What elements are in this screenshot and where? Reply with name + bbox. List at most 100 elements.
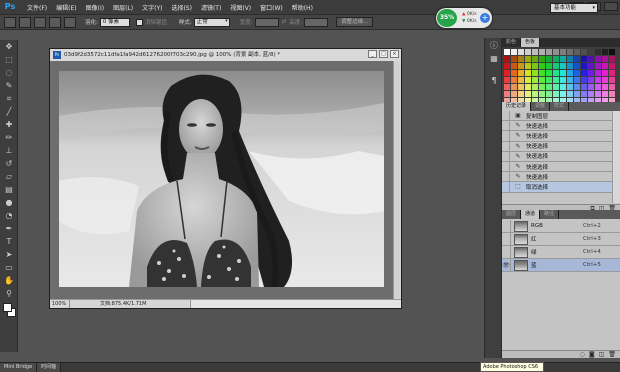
doc-close-button[interactable]: × [390, 50, 399, 58]
color-swatch[interactable] [588, 70, 594, 76]
marquee-tool-icon[interactable]: ⬚ [2, 54, 16, 66]
tab-color[interactable]: 颜色 [502, 38, 522, 47]
tab-timeline[interactable]: 时间轴 [37, 363, 62, 372]
info-panel-icon[interactable]: ⓘ [488, 41, 500, 51]
color-swatch[interactable] [525, 70, 531, 76]
plus-icon[interactable]: + [480, 13, 490, 23]
color-swatch[interactable] [518, 63, 524, 69]
marquee-tool-preset[interactable] [4, 16, 16, 28]
color-swatch[interactable] [560, 49, 566, 55]
width-input[interactable] [254, 17, 279, 27]
menu-view[interactable]: 视图(V) [230, 3, 251, 12]
history-item-selected[interactable]: ⬚ 取消选择 [502, 182, 612, 193]
color-swatch[interactable] [574, 63, 580, 69]
color-swatch[interactable] [539, 77, 545, 83]
color-swatch[interactable] [595, 56, 601, 62]
dodge-tool-icon[interactable]: ◔ [2, 210, 16, 222]
type-tool-icon[interactable]: T [2, 236, 16, 248]
swatches-grid[interactable] [504, 49, 615, 105]
color-swatch[interactable] [609, 56, 615, 62]
channel-row-blue[interactable]: 👁 蓝 Ctrl+5 [502, 259, 620, 272]
color-swatch[interactable] [518, 70, 524, 76]
color-swatch[interactable] [553, 49, 559, 55]
history-item[interactable]: ✎ 快速选择 [502, 172, 612, 183]
color-swatch[interactable] [588, 91, 594, 97]
swap-icon[interactable]: ⇄ [282, 19, 287, 25]
color-swatch[interactable] [546, 84, 552, 90]
color-swatch[interactable] [595, 84, 601, 90]
character-panel-icon[interactable]: ¶ [488, 76, 500, 86]
color-swatch[interactable] [581, 63, 587, 69]
color-swatch[interactable] [581, 84, 587, 90]
color-swatch[interactable] [553, 84, 559, 90]
menu-image[interactable]: 图像(I) [86, 3, 104, 12]
color-swatch[interactable] [504, 91, 510, 97]
color-swatch[interactable] [581, 70, 587, 76]
channel-row-rgb[interactable]: RGB Ctrl+2 [502, 220, 620, 233]
color-swatch[interactable] [532, 63, 538, 69]
color-swatch[interactable] [553, 91, 559, 97]
color-swatch[interactable] [518, 77, 524, 83]
color-swatch[interactable] [602, 63, 608, 69]
color-swatch[interactable] [504, 84, 510, 90]
history-brush-tool-icon[interactable]: ↺ [2, 158, 16, 170]
color-swatch[interactable] [511, 70, 517, 76]
color-swatch[interactable] [602, 84, 608, 90]
color-swatch[interactable] [532, 56, 538, 62]
color-swatch[interactable] [532, 77, 538, 83]
color-swatch[interactable] [546, 70, 552, 76]
clone-stamp-tool-icon[interactable]: ⊥ [2, 145, 16, 157]
new-channel-icon[interactable]: ◫ [599, 351, 605, 358]
color-swatch[interactable] [539, 56, 545, 62]
color-swatch[interactable] [602, 56, 608, 62]
gradient-tool-icon[interactable]: ▤ [2, 184, 16, 196]
move-tool-icon[interactable]: ✥ [2, 41, 16, 53]
color-swatch[interactable] [504, 63, 510, 69]
color-swatch[interactable] [602, 49, 608, 55]
save-selection-icon[interactable]: ◙ [589, 351, 595, 358]
antialias-checkbox[interactable] [135, 18, 143, 26]
visibility-eye-icon[interactable]: 👁 [502, 259, 511, 271]
color-swatch[interactable] [518, 56, 524, 62]
color-swatch[interactable] [539, 70, 545, 76]
color-swatch[interactable] [546, 91, 552, 97]
color-swatch[interactable] [560, 56, 566, 62]
color-swatch[interactable] [602, 91, 608, 97]
channel-row-red[interactable]: 红 Ctrl+3 [502, 233, 620, 246]
tab-layers[interactable]: 图层 [502, 210, 522, 219]
tab-styles[interactable]: 样式 [550, 102, 570, 111]
color-swatch[interactable] [532, 91, 538, 97]
document-title-bar[interactable]: Ps 03d9f2d3572c11dfa1fa942d61276200f703c… [50, 49, 401, 61]
visibility-eye-icon[interactable] [502, 246, 511, 258]
quick-selection-tool-icon[interactable]: ✎ [2, 80, 16, 92]
color-swatch[interactable] [595, 63, 601, 69]
tab-mini-bridge[interactable]: Mini Bridge [0, 363, 38, 372]
color-swatch[interactable] [567, 70, 573, 76]
color-swatch[interactable] [581, 77, 587, 83]
color-swatch[interactable] [595, 91, 601, 97]
color-swatch[interactable] [504, 70, 510, 76]
visibility-eye-icon[interactable] [502, 220, 511, 232]
color-swatch[interactable] [609, 91, 615, 97]
color-swatch[interactable] [504, 77, 510, 83]
color-swatch[interactable] [609, 49, 615, 55]
color-swatch[interactable] [511, 91, 517, 97]
hand-tool-icon[interactable]: ✋ [2, 275, 16, 287]
feather-input[interactable]: 0 像素 [99, 17, 130, 27]
eraser-tool-icon[interactable]: ▱ [2, 171, 16, 183]
color-swatch[interactable] [595, 77, 601, 83]
color-swatch[interactable] [567, 77, 573, 83]
color-swatch[interactable] [546, 49, 552, 55]
image-canvas[interactable] [59, 71, 384, 287]
crop-tool-icon[interactable]: ⌗ [2, 93, 16, 105]
subtract-selection-mode[interactable] [49, 16, 61, 28]
color-swatch[interactable] [595, 49, 601, 55]
close-button[interactable] [604, 2, 618, 11]
delete-channel-icon[interactable]: 🗑 [608, 351, 616, 358]
document-horizontal-scrollbar[interactable] [190, 300, 401, 308]
color-swatch[interactable] [539, 49, 545, 55]
color-swatch[interactable] [553, 56, 559, 62]
color-swatch[interactable] [581, 49, 587, 55]
height-input[interactable] [304, 17, 329, 27]
color-swatch[interactable] [504, 56, 510, 62]
